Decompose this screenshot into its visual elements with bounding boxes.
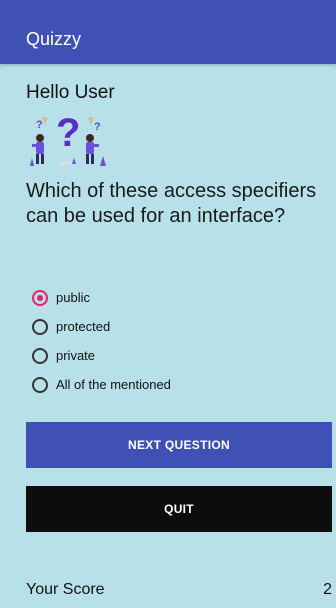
radio-unselected-icon[interactable] bbox=[32, 318, 48, 335]
radio-selected-icon[interactable] bbox=[32, 289, 48, 306]
score-value: 2 bbox=[323, 581, 332, 598]
greeting-text: Hello User bbox=[26, 82, 115, 103]
option-label: public bbox=[56, 290, 90, 305]
next-question-button[interactable]: NEXT QUESTION bbox=[26, 422, 332, 468]
app-bar: Quizzy bbox=[0, 0, 336, 64]
radio-unselected-icon[interactable] bbox=[32, 347, 48, 364]
option-label: protected bbox=[56, 319, 111, 334]
confused-people-illustration-icon: ? ? ? ? ? bbox=[26, 108, 110, 170]
score-label: Your Score bbox=[26, 581, 105, 598]
option-all-of-the-mentioned[interactable]: All of the mentioned bbox=[32, 370, 171, 399]
quit-button[interactable]: QUIT bbox=[26, 486, 332, 532]
option-label: private bbox=[56, 348, 96, 363]
radio-unselected-icon[interactable] bbox=[32, 376, 48, 393]
option-public[interactable]: public bbox=[32, 283, 171, 312]
option-label: All of the mentioned bbox=[56, 377, 171, 392]
option-private[interactable]: private bbox=[32, 341, 171, 370]
question-text: Which of these access specifiers can be … bbox=[26, 180, 317, 227]
svg-text:?: ? bbox=[94, 121, 101, 133]
svg-text:?: ? bbox=[42, 116, 48, 126]
app-title: Quizzy bbox=[26, 29, 82, 49]
answer-options: public protected private All of the ment… bbox=[32, 283, 171, 399]
option-protected[interactable]: protected bbox=[32, 312, 171, 341]
svg-text:?: ? bbox=[56, 111, 80, 155]
svg-text:?: ? bbox=[88, 116, 94, 126]
